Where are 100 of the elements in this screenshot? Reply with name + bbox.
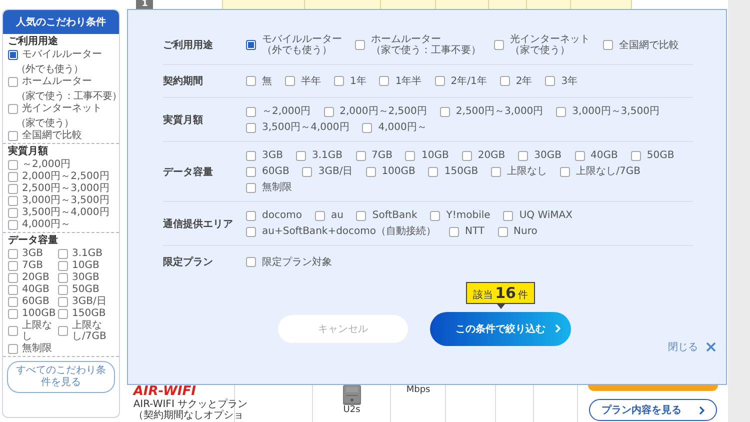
- option-label: 150GB: [444, 166, 478, 177]
- checkbox[interactable]: [334, 76, 344, 86]
- checkbox[interactable]: [8, 208, 18, 218]
- checkbox[interactable]: [58, 326, 68, 336]
- checkbox[interactable]: [366, 166, 376, 176]
- checkbox[interactable]: [246, 122, 256, 132]
- option-label: 4,000円～: [22, 219, 71, 230]
- cancel-button[interactable]: キャンセル: [278, 315, 408, 343]
- checkbox[interactable]: [58, 260, 68, 270]
- checkbox[interactable]: [8, 260, 18, 270]
- option-label: ホームルーター （家で使う：工事不要）: [371, 34, 481, 56]
- checkbox[interactable]: [8, 308, 18, 318]
- plan-details-button[interactable]: プラン内容を見る: [589, 399, 718, 421]
- checkbox[interactable]: [58, 284, 68, 294]
- checkbox[interactable]: [8, 172, 18, 182]
- checkbox[interactable]: [362, 122, 372, 132]
- option-label: Y!mobile: [446, 210, 490, 221]
- checkbox[interactable]: [498, 226, 508, 236]
- checkbox[interactable]: [246, 40, 256, 50]
- option-label: 60GB: [22, 296, 50, 307]
- option-label: 3GB/日: [318, 166, 353, 177]
- checkbox[interactable]: [324, 106, 334, 116]
- checkbox[interactable]: [545, 76, 556, 86]
- checkbox[interactable]: [8, 76, 18, 86]
- option-label: 上限なし: [507, 166, 548, 177]
- checkbox[interactable]: [246, 106, 256, 116]
- checkbox[interactable]: [58, 272, 68, 282]
- option-label: 光インターネット （家で使う）: [510, 34, 590, 56]
- checkbox[interactable]: [379, 76, 390, 86]
- option-label: 2,500円～3,000円: [22, 183, 110, 194]
- header-cell: [527, 0, 572, 9]
- option-label: au+SoftBank+docomo（自動接続）: [262, 226, 436, 237]
- checkbox[interactable]: [560, 166, 570, 176]
- checkbox[interactable]: [518, 150, 528, 160]
- checkbox[interactable]: [8, 248, 18, 258]
- option-label: au: [330, 210, 344, 221]
- option-label: 上限なし: [22, 320, 53, 342]
- checkbox[interactable]: [8, 284, 18, 294]
- checkbox[interactable]: [285, 76, 295, 86]
- checkbox[interactable]: [356, 150, 366, 160]
- option-label: ホームルーター: [22, 76, 92, 87]
- checkbox[interactable]: [491, 166, 502, 176]
- checkbox[interactable]: [8, 184, 18, 194]
- filter-label: 通信提供エリア: [163, 218, 234, 230]
- checkbox[interactable]: [246, 166, 256, 176]
- checkbox[interactable]: [630, 150, 641, 160]
- option-label: 3,000円～3,500円: [22, 195, 110, 206]
- checkbox[interactable]: [8, 344, 18, 354]
- apply-plan-button[interactable]: [588, 385, 718, 391]
- checkbox[interactable]: [430, 210, 440, 220]
- option-label: 上限なし/7GB: [72, 320, 108, 342]
- checkbox[interactable]: [8, 130, 18, 140]
- checkbox[interactable]: [603, 40, 613, 50]
- checkbox[interactable]: [246, 150, 256, 160]
- filter-label: データ容量: [163, 165, 214, 178]
- checkbox[interactable]: [356, 210, 366, 220]
- checkbox[interactable]: [434, 76, 445, 86]
- checkbox[interactable]: [428, 166, 438, 176]
- option-label: 20GB: [22, 272, 50, 283]
- all-conditions-button[interactable]: すべてのこだわり条件を見る: [7, 361, 116, 393]
- option-label: 3,000円～3,500円: [572, 106, 660, 117]
- checkbox[interactable]: [8, 220, 18, 230]
- checkbox[interactable]: [449, 226, 460, 236]
- checkbox[interactable]: [462, 150, 472, 160]
- checkbox[interactable]: [302, 166, 312, 176]
- checkbox[interactable]: [296, 150, 306, 160]
- checkbox[interactable]: [8, 104, 18, 114]
- checkbox[interactable]: [440, 106, 450, 116]
- checkbox[interactable]: [8, 326, 18, 336]
- checkbox[interactable]: [574, 150, 585, 160]
- option-label: 無制限: [22, 343, 53, 354]
- option-label: 30GB: [534, 150, 562, 161]
- checkbox[interactable]: [246, 76, 256, 86]
- checkbox[interactable]: [405, 150, 416, 160]
- checkbox[interactable]: [556, 106, 566, 116]
- checkbox[interactable]: [314, 210, 325, 220]
- speed-unit: Mbps: [406, 385, 430, 395]
- option-label: 2,500円～3,000円: [456, 106, 544, 117]
- checkbox[interactable]: [246, 257, 256, 267]
- close-link[interactable]: 閉じる: [668, 340, 698, 354]
- apply-filter-button[interactable]: この条件で絞り込む: [430, 312, 571, 346]
- checkbox[interactable]: [494, 40, 504, 50]
- option-label: 10GB: [421, 150, 449, 161]
- checkbox[interactable]: [8, 272, 18, 282]
- checkbox[interactable]: [246, 210, 256, 220]
- checkbox[interactable]: [58, 308, 68, 318]
- checkbox[interactable]: [8, 160, 18, 170]
- checkbox[interactable]: [500, 76, 510, 86]
- checkbox[interactable]: [503, 210, 514, 220]
- checkbox[interactable]: [58, 296, 68, 306]
- checkbox[interactable]: [246, 182, 256, 192]
- close-icon[interactable]: [706, 342, 716, 352]
- filter-label: ご利用用途: [163, 38, 214, 52]
- checkbox[interactable]: [58, 248, 68, 258]
- checkbox[interactable]: [355, 40, 365, 50]
- checkbox[interactable]: [246, 226, 256, 236]
- checkbox[interactable]: [8, 50, 18, 60]
- checkbox[interactable]: [8, 196, 18, 206]
- checkbox[interactable]: [8, 296, 18, 306]
- sidebar-title: 人気のこだわり条件: [3, 10, 120, 34]
